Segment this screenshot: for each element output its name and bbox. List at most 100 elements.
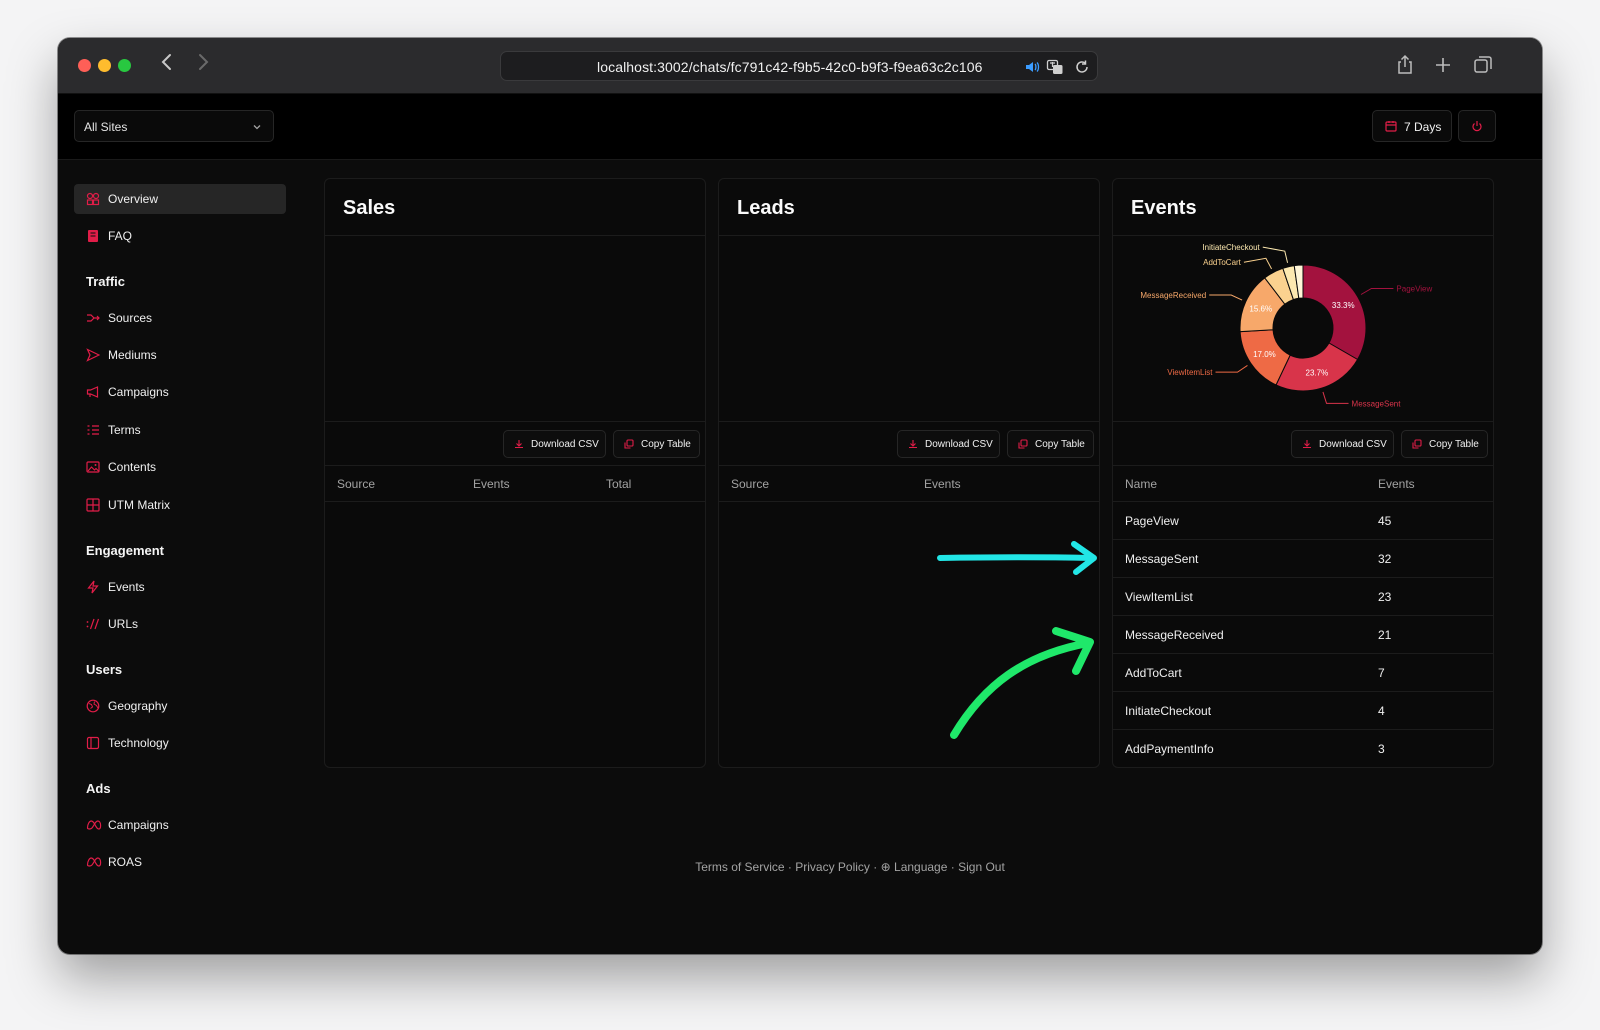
event-name-cell: InitiateCheckout: [1125, 704, 1212, 718]
green-annotation-arrow: [950, 627, 1094, 739]
sidebar-item-label: Sources: [108, 311, 153, 325]
maximize-window-button[interactable]: [118, 59, 131, 72]
event-count-cell: 7: [1378, 666, 1385, 680]
sidebar-item-label: Contents: [108, 460, 157, 474]
divider: [719, 421, 1099, 422]
sidebar: Overview FAQ Traffic Sources Mediums Cam…: [58, 160, 308, 954]
leader-line: [1262, 246, 1289, 263]
table-row: AddPaymentInfo 3: [1113, 730, 1493, 767]
slice-category-label: ViewItemList: [1167, 368, 1213, 377]
slice-percent-label: 33.3%: [1332, 301, 1355, 310]
copy-table-button[interactable]: Copy Table: [613, 430, 700, 458]
sidebar-item-mediums[interactable]: Mediums: [74, 340, 286, 370]
divider: [325, 421, 705, 422]
column-header-events[interactable]: Events: [924, 477, 961, 491]
export-button[interactable]: [1458, 110, 1496, 142]
column-header-name[interactable]: Name: [1125, 477, 1157, 491]
sidebar-item-label: Events: [108, 580, 145, 594]
sidebar-item-technology[interactable]: Technology: [74, 728, 286, 758]
minimize-window-button[interactable]: [98, 59, 111, 72]
sidebar-item-label: UTM Matrix: [108, 498, 170, 512]
copy-icon: [624, 439, 634, 449]
divider: [719, 235, 1099, 236]
privacy-link[interactable]: Privacy Policy: [795, 860, 870, 874]
date-range-label: 7 Days: [1404, 120, 1442, 134]
sidebar-item-utm-matrix[interactable]: UTM Matrix: [74, 490, 286, 520]
column-header-events[interactable]: Events: [1378, 477, 1415, 491]
share-icon[interactable]: [1394, 54, 1416, 76]
mediums-icon: [86, 348, 100, 362]
date-range-button[interactable]: 7 Days: [1372, 110, 1452, 142]
column-header-source[interactable]: Source: [337, 477, 375, 491]
donut-slice-pageview[interactable]: [1302, 264, 1367, 361]
sidebar-item-sources[interactable]: Sources: [74, 303, 286, 333]
sidebar-item-ads-campaigns[interactable]: Campaigns: [74, 810, 286, 840]
button-label: Copy Table: [1035, 439, 1085, 450]
calendar-icon: [1385, 121, 1397, 132]
button-label: Copy Table: [641, 439, 691, 450]
leader-line: [1322, 391, 1349, 404]
forward-arrow-icon[interactable]: [190, 52, 216, 80]
site-select[interactable]: All Sites: [74, 110, 274, 142]
slice-category-label: PageView: [1396, 285, 1432, 294]
terms-link[interactable]: Terms of Service: [695, 860, 784, 874]
event-count-cell: 32: [1378, 552, 1392, 566]
chevron-down-icon: [253, 125, 261, 130]
close-window-button[interactable]: [78, 59, 91, 72]
tab-overview-icon[interactable]: [1472, 54, 1494, 76]
sidebar-item-faq[interactable]: FAQ: [74, 221, 286, 251]
new-tab-icon[interactable]: [1432, 54, 1454, 76]
copy-table-button[interactable]: Copy Table: [1401, 430, 1488, 458]
sidebar-item-overview[interactable]: Overview: [74, 184, 286, 214]
sidebar-item-events[interactable]: Events: [74, 572, 286, 602]
sidebar-section-traffic: Traffic: [86, 274, 126, 289]
copy-icon: [1018, 439, 1028, 449]
sidebar-item-label: Campaigns: [108, 385, 169, 399]
overview-icon: [86, 192, 100, 206]
sidebar-item-terms[interactable]: Terms: [74, 415, 286, 445]
button-label: Download CSV: [925, 439, 993, 450]
column-header-events[interactable]: Events: [473, 477, 510, 491]
sidebar-item-campaigns[interactable]: Campaigns: [74, 377, 286, 407]
download-csv-button[interactable]: Download CSV: [1291, 430, 1394, 458]
slice-percent-label: 15.6%: [1249, 305, 1272, 314]
column-header-total[interactable]: Total: [606, 477, 631, 491]
grid-icon: [86, 498, 100, 512]
sidebar-section-users: Users: [86, 662, 123, 677]
download-csv-button[interactable]: Download CSV: [897, 430, 1000, 458]
divider: [325, 501, 705, 502]
footer: Terms of Service · Privacy Policy · ⊕ La…: [58, 860, 1542, 874]
event-name-cell: AddToCart: [1125, 666, 1182, 680]
speaker-icon[interactable]: [1023, 58, 1041, 76]
event-name-cell: AddPaymentInfo: [1125, 742, 1214, 756]
sidebar-item-urls[interactable]: URLs: [74, 609, 286, 639]
power-icon: [1472, 121, 1482, 132]
reload-icon[interactable]: [1073, 58, 1091, 76]
events-card: Events 33.3% 23.7% 17.0% 15.6% PageView Messa…: [1112, 178, 1494, 768]
lightning-icon: [87, 580, 99, 594]
browser-titlebar: localhost:3002/chats/fc791c42-f9b5-42c0-…: [58, 38, 1542, 94]
sidebar-section-ads: Ads: [86, 781, 111, 796]
meta-icon: [86, 820, 102, 830]
sources-icon: [87, 314, 100, 322]
event-name-cell: MessageSent: [1125, 552, 1199, 566]
translate-icon[interactable]: [1046, 58, 1064, 76]
language-link[interactable]: Language: [894, 860, 947, 874]
download-icon: [909, 440, 917, 449]
column-header-source[interactable]: Source: [731, 477, 769, 491]
back-arrow-icon[interactable]: [154, 52, 180, 80]
table-row: ViewItemList 23: [1113, 578, 1493, 616]
download-csv-button[interactable]: Download CSV: [503, 430, 606, 458]
app-header: All Sites 7 Days: [58, 94, 1542, 160]
address-bar[interactable]: localhost:3002/chats/fc791c42-f9b5-42c0-…: [500, 51, 1098, 81]
copy-table-button[interactable]: Copy Table: [1007, 430, 1094, 458]
table-row: AddToCart 7: [1113, 654, 1493, 692]
sidebar-item-contents[interactable]: Contents: [74, 452, 286, 482]
sidebar-item-geography[interactable]: Geography: [74, 691, 286, 721]
url-text: localhost:3002/chats/fc791c42-f9b5-42c0-…: [597, 59, 983, 75]
sales-card: Sales Download CSV Copy Table Source Eve…: [324, 178, 706, 768]
faq-icon: [88, 230, 98, 242]
signout-link[interactable]: Sign Out: [958, 860, 1005, 874]
slice-percent-label: 23.7%: [1306, 368, 1329, 377]
divider: [719, 501, 1099, 502]
